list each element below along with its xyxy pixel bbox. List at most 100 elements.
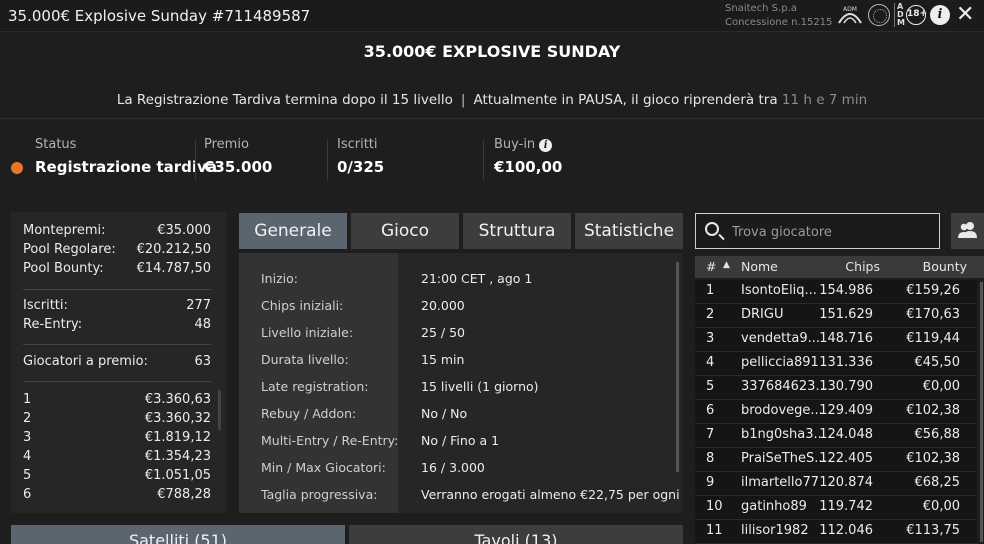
payout-amount: €1.354,23 xyxy=(144,449,211,464)
table-header: # ▲ Nome Chips Bounty xyxy=(695,256,984,278)
tables-button[interactable]: Tavoli (13) xyxy=(349,525,683,544)
payout-position: 6 xyxy=(23,487,32,502)
header-num[interactable]: # xyxy=(706,259,716,274)
table-row[interactable]: 10 gatinho89 119.742 €0,00 xyxy=(695,496,977,520)
reentry-label: Re-Entry: xyxy=(23,317,83,332)
player-search-input[interactable] xyxy=(732,222,932,242)
payout-row: 3 €1.819,12 xyxy=(23,430,211,445)
divider xyxy=(0,118,984,119)
general-details-panel: Inizio: 21:00 CET , ago 1 Chips iniziali:… xyxy=(239,253,683,513)
adm-logo-icon: ADM xyxy=(838,6,862,24)
paid-players-value: 63 xyxy=(194,354,211,369)
detail-label: Rebuy / Addon: xyxy=(261,406,357,421)
tab-statistiche[interactable]: Statistiche xyxy=(575,213,683,249)
player-rank: 2 xyxy=(706,307,715,322)
detail-label: Taglia progressiva: xyxy=(261,487,378,502)
table-row[interactable]: 7 b1ng0sha3... 124.048 €56,88 xyxy=(695,424,977,448)
player-chips: 119.742 xyxy=(819,499,873,514)
montepremi-row: Montepremi: €35.000 xyxy=(23,223,211,238)
player-name: pelliccia891 xyxy=(741,355,819,370)
tab-generale[interactable]: Generale xyxy=(239,213,347,249)
buyin-value: €100,00 xyxy=(494,158,563,176)
operator-info: Snaitech S.p.a Concessione n.15215 xyxy=(725,2,832,30)
operator-license: Concessione n.15215 xyxy=(725,17,833,28)
users-icon xyxy=(958,222,977,238)
player-bounty: €0,00 xyxy=(922,379,960,394)
sort-asc-icon[interactable]: ▲ xyxy=(723,260,730,270)
table-row[interactable]: 3 vendetta9... 148.716 €119,44 xyxy=(695,328,977,352)
table-row[interactable]: 1 IsontoEliq... 154.986 €159,26 xyxy=(695,280,977,304)
iscritti-value: 0/325 xyxy=(337,158,385,176)
table-row[interactable]: 5 337684623... 130.790 €0,00 xyxy=(695,376,977,400)
friends-button[interactable] xyxy=(951,213,984,249)
close-icon[interactable]: ✕ xyxy=(956,4,974,26)
table-row[interactable]: 8 PraiSeTheS... 122.405 €102,38 xyxy=(695,448,977,472)
details-scrollbar[interactable] xyxy=(676,262,679,472)
table-row[interactable]: 6 brodovege... 129.409 €102,38 xyxy=(695,400,977,424)
player-chips: 112.046 xyxy=(819,523,873,538)
payout-amount: €1.819,12 xyxy=(144,430,211,445)
player-bounty: €45,50 xyxy=(914,355,961,370)
table-row[interactable]: 2 DRIGU 151.629 €170,63 xyxy=(695,304,977,328)
payout-row: 5 €1.051,05 xyxy=(23,468,211,483)
player-rank: 6 xyxy=(706,403,715,418)
montepremi-label: Montepremi: xyxy=(23,223,106,238)
iscritti-row: Iscritti: 277 xyxy=(23,298,211,313)
player-name: DRIGU xyxy=(741,307,784,322)
paid-players-row: Giocatori a premio: 63 xyxy=(23,354,211,369)
player-bounty: €102,38 xyxy=(906,403,960,418)
player-chips: 120.874 xyxy=(819,475,873,490)
tab-struttura[interactable]: Struttura xyxy=(463,213,571,249)
table-row[interactable]: 9 ilmartello77 120.874 €68,25 xyxy=(695,472,977,496)
detail-value: 16 / 3.000 xyxy=(421,460,485,475)
player-bounty: €119,44 xyxy=(906,331,960,346)
detail-label: Inizio: xyxy=(261,271,298,286)
payout-position: 3 xyxy=(23,430,32,445)
satellites-button[interactable]: Satelliti (51) xyxy=(11,525,345,544)
player-name: 337684623... xyxy=(741,379,828,394)
payout-amount: €788,28 xyxy=(157,487,211,502)
buyin-label: Buy-in xyxy=(494,137,536,152)
stat-divider xyxy=(483,140,484,180)
header-name[interactable]: Nome xyxy=(741,259,778,274)
panel-divider xyxy=(23,381,211,382)
detail-label: Multi-Entry / Re-Entry: xyxy=(261,433,399,448)
pool-bounty-row: Pool Bounty: €14.787,50 xyxy=(23,261,211,276)
regulatory-logos: ADM A D M 18+ i ✕ xyxy=(836,3,974,27)
player-rank: 9 xyxy=(706,475,715,490)
detail-value: No / Fino a 1 xyxy=(421,433,500,448)
detail-label: Late registration: xyxy=(261,379,369,394)
player-chips: 130.790 xyxy=(819,379,873,394)
player-bounty: €56,88 xyxy=(914,427,961,442)
separator: | xyxy=(460,92,466,108)
payout-position: 4 xyxy=(23,449,32,464)
pool-bounty-label: Pool Bounty: xyxy=(23,261,104,276)
title-bar: 35.000€ Explosive Sunday #711489587 Snai… xyxy=(0,0,984,32)
buyin-info-icon[interactable]: i xyxy=(539,139,553,152)
paid-players-label: Giocatori a premio: xyxy=(23,354,148,369)
table-row[interactable]: 4 pelliccia891 131.336 €45,50 xyxy=(695,352,977,376)
payout-amount: €1.051,05 xyxy=(144,468,211,483)
player-bounty: €102,38 xyxy=(906,451,960,466)
payout-scrollbar[interactable] xyxy=(218,390,221,430)
tab-gioco[interactable]: Gioco xyxy=(351,213,459,249)
payout-row: 1 €3.360,63 xyxy=(23,392,211,407)
panel-divider xyxy=(23,289,211,290)
stat-divider xyxy=(195,140,196,180)
pool-regolare-value: €20.212,50 xyxy=(136,242,211,257)
search-icon xyxy=(705,222,719,236)
players-scrollbar[interactable] xyxy=(980,282,983,542)
late-registration-text: La Registrazione Tardiva termina dopo il… xyxy=(116,92,453,108)
table-row[interactable]: 11 lilisor1982 112.046 €113,75 xyxy=(695,520,977,544)
pause-text: Attualmente in PAUSA, il gioco riprender… xyxy=(473,92,778,108)
player-bounty: €113,75 xyxy=(906,523,960,538)
player-chips: 124.048 xyxy=(819,427,873,442)
panel-divider xyxy=(23,344,211,345)
detail-value: 15 min xyxy=(421,352,465,367)
info-icon[interactable]: i xyxy=(930,5,950,25)
header-chips[interactable]: Chips xyxy=(845,259,880,274)
reentry-value: 48 xyxy=(194,317,211,332)
header-bounty[interactable]: Bounty xyxy=(923,259,967,274)
player-name: gatinho89 xyxy=(741,499,807,514)
player-search-box[interactable] xyxy=(695,213,940,249)
